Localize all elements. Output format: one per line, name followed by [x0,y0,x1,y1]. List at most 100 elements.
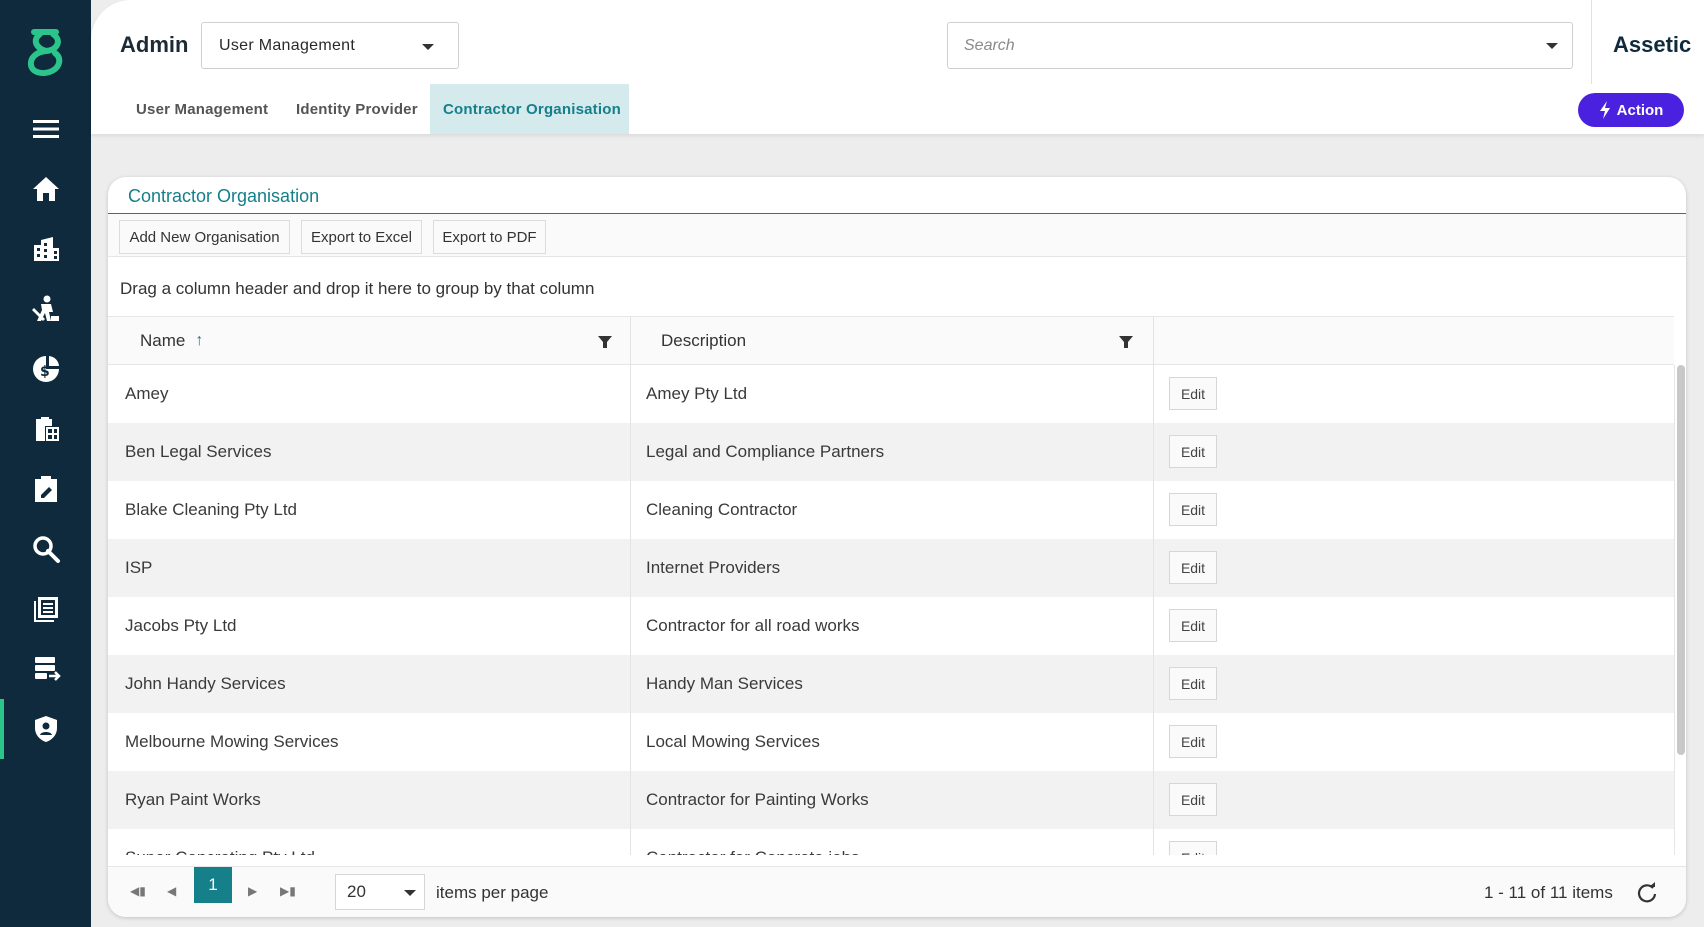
page-section-title: Admin [120,32,189,57]
chevron-down-icon [422,44,434,50]
pager: ◀▮ ◀ 1 ▶ ▶▮ 20 items per page 1 - 11 of … [108,866,1686,917]
filter-icon[interactable] [1118,334,1134,350]
column-divider [1153,317,1154,365]
svg-text:$: $ [40,364,50,380]
items-per-page-label: items per page [436,883,549,902]
table-row[interactable]: Blake Cleaning Pty Ltd Cleaning Contract… [108,481,1674,539]
action-button-label: Action [1616,101,1664,119]
table-row[interactable]: ISP Internet Providers Edit [108,539,1674,597]
description-cell: Contractor for Painting Works [646,790,869,809]
tab-bar: User Management Identity Provider Contra… [91,84,1704,134]
worker-icon[interactable] [0,279,91,339]
grid-toolbar: Add New Organisation Export to Excel Exp… [108,214,1686,257]
chevron-down-icon [404,890,416,896]
edit-button[interactable]: Edit [1169,725,1217,758]
scrollbar-thumb[interactable] [1677,365,1685,755]
grid-body: Amey Amey Pty Ltd Edit Ben Legal Service… [108,365,1674,855]
lightning-icon [1599,101,1610,119]
name-cell: Amey [125,384,169,403]
tab-user-management[interactable]: User Management [136,84,268,134]
table-row[interactable]: Jacobs Pty Ltd Contractor for all road w… [108,597,1674,655]
description-cell: Handy Man Services [646,674,803,693]
page-size-value: 20 [347,882,366,901]
edit-button[interactable]: Edit [1169,667,1217,700]
item-count: 1 - 11 of 11 items [1484,883,1613,902]
description-cell: Contractor for all road works [646,616,860,635]
finance-icon[interactable]: $ [0,339,91,399]
search-icon[interactable] [0,519,91,579]
chevron-down-icon[interactable] [1546,43,1558,49]
description-cell: Local Mowing Services [646,732,820,751]
menu-icon[interactable] [0,99,91,159]
edit-button[interactable]: Edit [1169,783,1217,816]
divider [1591,0,1592,84]
edit-button[interactable]: Edit [1169,841,1217,855]
page-size-select[interactable]: 20 [335,874,425,910]
assetic-logo[interactable] [22,26,68,76]
description-cell: Internet Providers [646,558,781,577]
name-cell: Blake Cleaning Pty Ltd [125,500,297,519]
name-cell: John Handy Services [125,674,286,693]
column-header-description[interactable]: Description [661,317,746,365]
module-select[interactable]: User Management [201,22,459,69]
table-row[interactable]: Amey Amey Pty Ltd Edit [108,365,1674,423]
tab-contractor-organisation[interactable]: Contractor Organisation [430,84,629,134]
data-transfer-icon[interactable] [0,639,91,699]
name-cell: Jacobs Pty Ltd [125,616,237,635]
description-cell: Legal and Compliance Partners [646,442,885,461]
security-shield-icon[interactable] [0,699,91,759]
edit-button[interactable]: Edit [1169,377,1217,410]
description-cell: Contractor for Concrete jobs [646,829,860,855]
tab-identity-provider[interactable]: Identity Provider [296,84,418,134]
first-page-icon[interactable]: ◀▮ [130,884,146,898]
home-icon[interactable] [0,159,91,219]
panel-title: Contractor Organisation [128,186,320,206]
prev-page-icon[interactable]: ◀ [167,884,176,898]
table-row[interactable]: Ryan Paint Works Contractor for Painting… [108,771,1674,829]
name-cell: Ben Legal Services [125,442,272,461]
export-pdf-button[interactable]: Export to PDF [433,220,546,254]
export-excel-button[interactable]: Export to Excel [301,220,422,254]
refresh-icon[interactable] [1636,882,1658,904]
edit-button[interactable]: Edit [1169,551,1217,584]
table-row[interactable]: Super Concreting Pty Ltd Contractor for … [108,829,1674,855]
filter-icon[interactable] [597,334,613,350]
description-cell: Amey Pty Ltd [646,384,748,403]
description-cell: Cleaning Contractor [646,500,798,519]
column-divider [1153,365,1154,855]
edit-button[interactable]: Edit [1169,493,1217,526]
column-header-name-label: Name [140,331,186,350]
sort-ascending-icon: ↑ [195,332,204,349]
name-cell: Super Concreting Pty Ltd [125,829,315,855]
add-new-organisation-button[interactable]: Add New Organisation [119,220,290,254]
documents-icon[interactable] [0,579,91,639]
name-cell: ISP [125,558,153,577]
search-input[interactable]: Search [947,22,1573,69]
name-cell: Ryan Paint Works [125,790,261,809]
last-page-icon[interactable]: ▶▮ [280,884,296,898]
column-divider [630,365,631,855]
page-number-current[interactable]: 1 [194,867,232,903]
next-page-icon[interactable]: ▶ [248,884,257,898]
column-divider [630,317,631,365]
edit-button[interactable]: Edit [1169,609,1217,642]
buildings-icon[interactable] [0,219,91,279]
search-placeholder: Search [964,36,1015,54]
clipboard-grid-icon[interactable] [0,399,91,459]
column-header-name[interactable]: Name ↑ [140,317,203,365]
sidebar: $ [0,0,91,927]
table-row[interactable]: Ben Legal Services Legal and Compliance … [108,423,1674,481]
table-row[interactable]: Melbourne Mowing Services Local Mowing S… [108,713,1674,771]
grid-header: Name ↑ Description [108,316,1674,365]
brand-name: Assetic [1613,32,1692,57]
table-row[interactable]: John Handy Services Handy Man Services E… [108,655,1674,713]
edit-button[interactable]: Edit [1169,435,1217,468]
top-bar: Admin User Management Search Assetic [91,0,1704,84]
name-cell: Melbourne Mowing Services [125,732,339,751]
group-drop-area[interactable]: Drag a column header and drop it here to… [120,279,594,299]
clipboard-edit-icon[interactable] [0,459,91,519]
action-button[interactable]: Action [1578,93,1684,127]
grid-scrollbar[interactable] [1674,365,1686,855]
contractor-organisation-panel: Contractor Organisation Add New Organisa… [108,177,1686,917]
module-select-value: User Management [219,36,356,54]
